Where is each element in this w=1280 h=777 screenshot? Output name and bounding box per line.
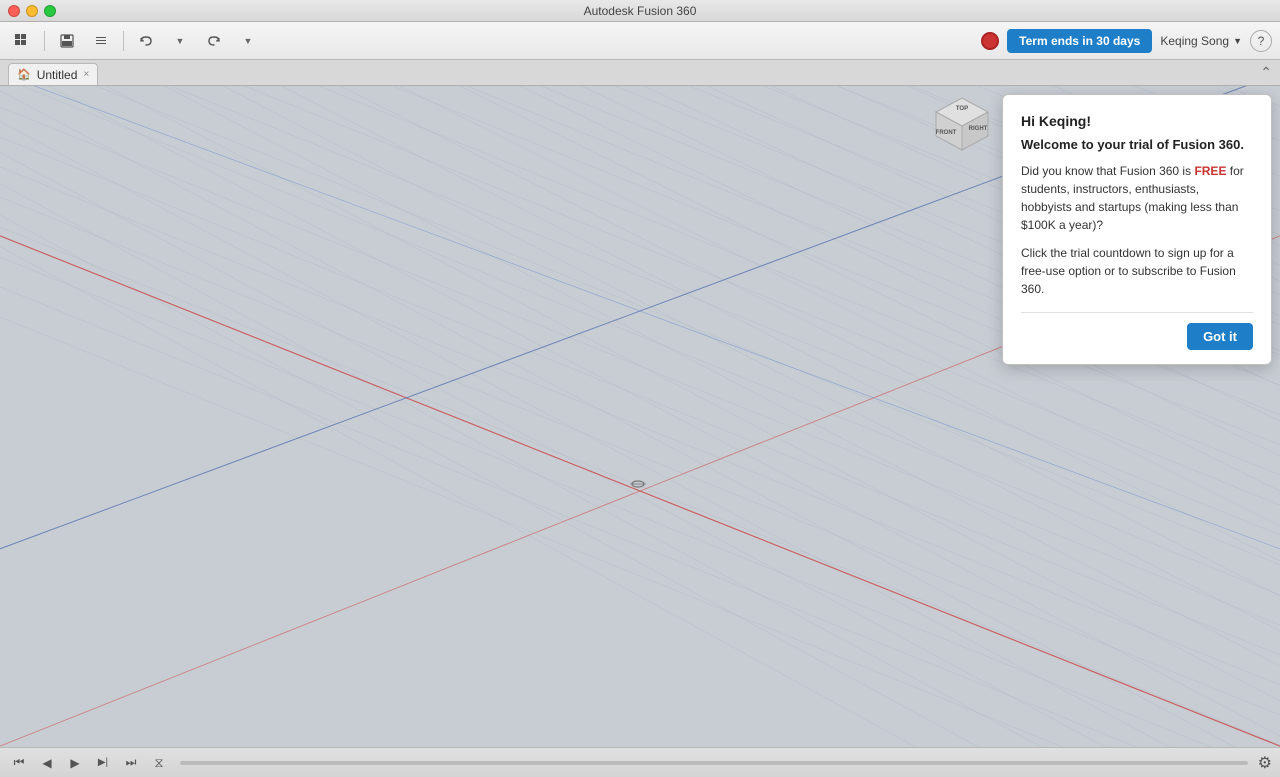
user-menu[interactable]: Keqing Song ▼ [1160,34,1242,48]
tab-untitled[interactable]: 🏠 Untitled × [8,63,98,85]
svg-text:FRONT: FRONT [936,130,957,136]
toolbar: ▼ ▼ Term ends in 30 days Keqing Song ▼ ? [0,22,1280,60]
svg-text:TOP: TOP [956,106,968,112]
viewport[interactable]: TOP FRONT RIGHT Hi Keqing! Welcome to yo… [0,86,1280,747]
popup-footer: Got it [1021,312,1253,350]
welcome-popup: Hi Keqing! Welcome to your trial of Fusi… [1002,94,1272,365]
popup-body2: Click the trial countdown to sign up for… [1021,244,1253,298]
save-icon[interactable] [53,27,81,55]
popup-subtitle: Welcome to your trial of Fusion 360. [1021,137,1253,152]
filter-button[interactable]: ⧖ [148,752,170,774]
popup-body1: Did you know that Fusion 360 is FREE for… [1021,162,1253,234]
step-back-button[interactable]: ◀ [36,752,58,774]
redo-dropdown-icon[interactable]: ▼ [234,27,262,55]
file-menu-icon[interactable] [87,27,115,55]
record-button[interactable] [981,32,999,50]
sep2 [123,31,124,51]
maximize-button[interactable] [44,5,56,17]
window-controls [8,5,56,17]
tab-label: Untitled [37,68,78,82]
tab-bar: 🏠 Untitled × ⌃ [0,60,1280,86]
view-cube[interactable]: TOP FRONT RIGHT [930,94,990,154]
undo-dropdown-icon[interactable]: ▼ [166,27,194,55]
bottom-bar: ⏮ ◀ ▶ ▶| ⏭ ⧖ ⚙ [0,747,1280,777]
skip-start-button[interactable]: ⏮ [8,752,30,774]
popup-greeting: Hi Keqing! [1021,113,1253,129]
toolbar-right: Term ends in 30 days Keqing Song ▼ ? [981,29,1272,53]
help-icon: ? [1258,34,1265,48]
help-button[interactable]: ? [1250,30,1272,52]
trial-button[interactable]: Term ends in 30 days [1007,29,1152,53]
title-bar: Autodesk Fusion 360 [0,0,1280,22]
grid-menu-icon[interactable] [8,27,36,55]
undo-icon[interactable] [132,27,160,55]
tab-close-icon[interactable]: × [83,70,89,80]
settings-gear-icon[interactable]: ⚙ [1258,753,1272,773]
sep1 [44,31,45,51]
timeline-track[interactable] [180,761,1248,765]
tab-bar-collapse-icon[interactable]: ⌃ [1260,64,1272,81]
close-button[interactable] [8,5,20,17]
skip-end-button[interactable]: ⏭ [120,752,142,774]
tab-home-icon: 🏠 [17,68,31,81]
svg-text:RIGHT: RIGHT [969,126,988,132]
play-button[interactable]: ▶ [64,752,86,774]
app-title: Autodesk Fusion 360 [584,4,697,18]
user-menu-chevron: ▼ [1233,36,1242,46]
redo-icon[interactable] [200,27,228,55]
got-it-button[interactable]: Got it [1187,323,1253,350]
user-name: Keqing Song [1160,34,1229,48]
step-forward-button[interactable]: ▶| [92,752,114,774]
minimize-button[interactable] [26,5,38,17]
